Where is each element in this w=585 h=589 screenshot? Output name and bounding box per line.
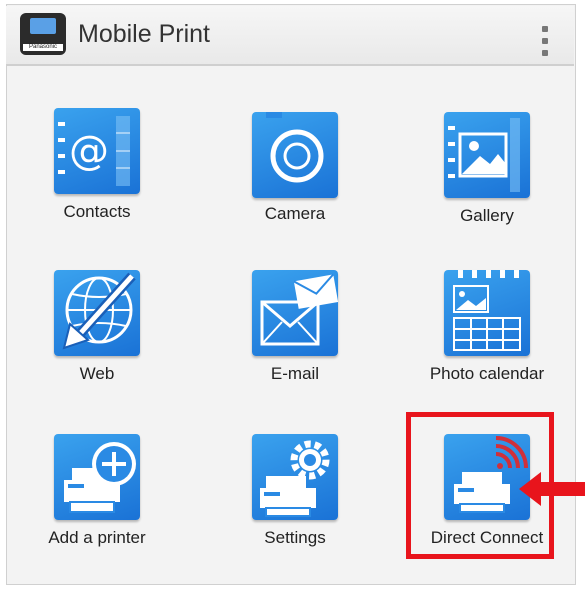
- gallery-icon: [444, 112, 530, 198]
- add-printer-icon: [54, 434, 140, 520]
- photo-calendar-icon: [444, 270, 530, 356]
- panasonic-app-logo-icon: Panasonic: [20, 13, 66, 55]
- tile-label: Camera: [264, 204, 326, 223]
- overflow-menu-icon[interactable]: [540, 26, 550, 56]
- tile-label: Photo calendar: [429, 364, 545, 383]
- tile-email[interactable]: E-mail: [212, 270, 372, 410]
- settings-gear-icon: [252, 434, 338, 520]
- tile-camera[interactable]: Camera: [212, 108, 372, 248]
- tile-add-printer[interactable]: Add a printer: [14, 434, 174, 574]
- tile-label: Add a printer: [48, 528, 146, 547]
- web-globe-icon: [54, 270, 140, 356]
- pointer-arrow-icon: [519, 472, 585, 506]
- tile-label: Settings: [264, 528, 326, 547]
- app-title: Mobile Print: [78, 20, 210, 48]
- tile-gallery[interactable]: Gallery: [404, 108, 564, 248]
- tile-label: Contacts: [63, 202, 131, 221]
- email-icon: [252, 270, 338, 356]
- tile-settings[interactable]: Settings: [212, 434, 372, 574]
- tile-photo-calendar[interactable]: Photo calendar: [404, 270, 564, 410]
- tile-label: Gallery: [460, 206, 514, 225]
- tile-contacts[interactable]: @ Contacts: [14, 108, 174, 248]
- tile-web[interactable]: Web: [14, 270, 174, 410]
- camera-icon: [252, 112, 338, 198]
- tile-label: Web: [79, 364, 115, 383]
- svg-text:@: @: [69, 128, 109, 174]
- logo-brand-text: Panasonic: [23, 44, 63, 51]
- contacts-icon: @: [54, 108, 140, 194]
- app-bar: Panasonic Mobile Print: [6, 6, 574, 66]
- tile-label: E-mail: [270, 364, 320, 383]
